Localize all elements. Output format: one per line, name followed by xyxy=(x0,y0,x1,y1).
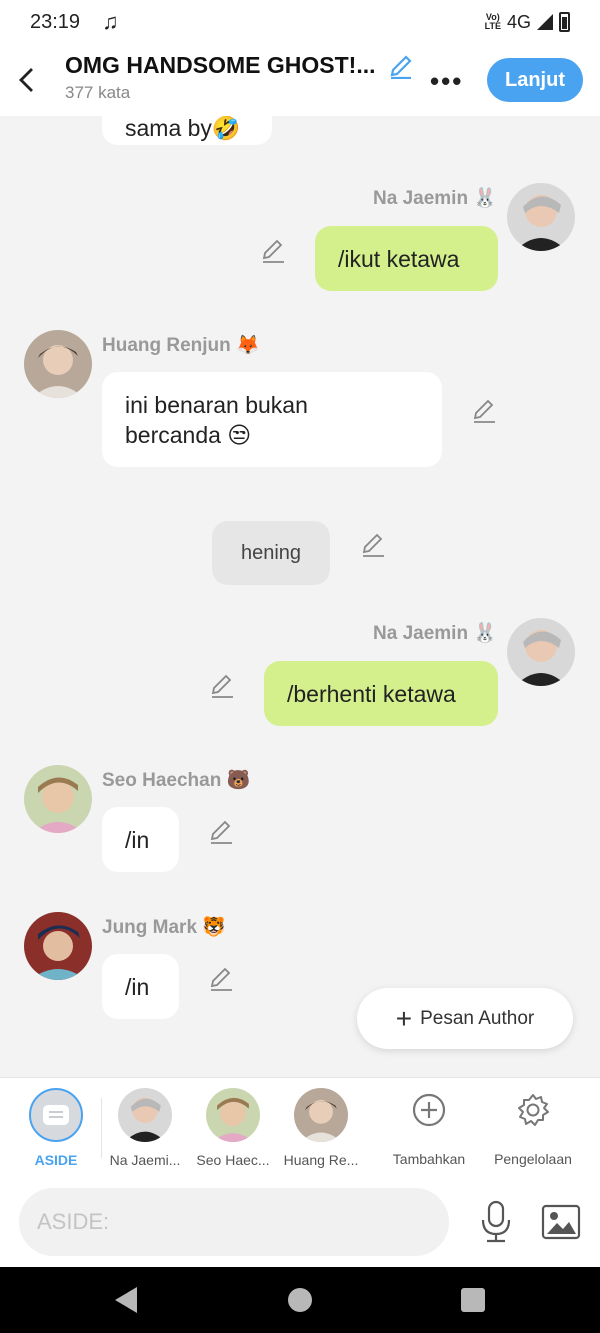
character-bar: ASIDE Na Jaemi... Seo Haec... Huang Re..… xyxy=(0,1077,600,1189)
avatar xyxy=(118,1088,172,1142)
next-button[interactable]: Lanjut xyxy=(487,58,583,102)
character-na-jaemin[interactable]: Na Jaemi... xyxy=(100,1088,190,1168)
avatar-na-jaemin[interactable] xyxy=(507,183,575,251)
sender-name: Na Jaemin 🐰 xyxy=(373,188,497,209)
message-bubble[interactable]: ini benaran bukan bercanda 😒 xyxy=(102,372,442,467)
avatar-na-jaemin[interactable] xyxy=(507,618,575,686)
message-bubble[interactable]: /in xyxy=(102,807,179,872)
add-character-button[interactable]: Tambahkan xyxy=(374,1092,484,1167)
edit-message-icon[interactable] xyxy=(208,966,234,992)
music-note-icon: ♫ xyxy=(102,9,119,34)
edit-message-icon[interactable] xyxy=(208,819,234,845)
character-aside[interactable]: ASIDE xyxy=(11,1088,101,1189)
edit-message-icon[interactable] xyxy=(260,238,286,264)
volte-icon: Vo) LTE xyxy=(484,12,501,31)
sender-name: Jung Mark 🐯 xyxy=(102,917,226,938)
nav-back-icon[interactable] xyxy=(115,1287,137,1313)
avatar-huang-renjun[interactable] xyxy=(24,330,92,398)
word-count: 377 kata xyxy=(65,83,131,102)
edit-message-icon[interactable] xyxy=(209,673,235,699)
status-bar: 23:19 ♫ Vo) LTE 4G xyxy=(0,0,600,44)
message-bubble[interactable]: sama by🤣 xyxy=(102,116,272,145)
network-type: 4G xyxy=(506,11,531,32)
message-bubble[interactable]: /in xyxy=(102,954,179,1019)
add-circle-icon xyxy=(412,1093,446,1127)
back-button[interactable] xyxy=(2,50,52,110)
message-bubble[interactable]: /ikut ketawa xyxy=(315,226,498,291)
more-options-button[interactable]: ••• xyxy=(430,66,463,97)
avatar-seo-haechan[interactable] xyxy=(24,765,92,833)
edit-title-icon[interactable] xyxy=(388,53,414,79)
avatar xyxy=(206,1088,260,1142)
edit-message-icon[interactable] xyxy=(471,398,497,424)
signal-icon xyxy=(537,14,553,30)
battery-icon xyxy=(559,12,570,32)
message-input[interactable] xyxy=(19,1188,449,1256)
microphone-icon[interactable] xyxy=(476,1200,516,1244)
author-message-button[interactable]: + Pesan Author xyxy=(357,988,573,1049)
gear-icon xyxy=(518,1094,549,1126)
status-time: 23:19 xyxy=(30,10,81,33)
avatar-jung-mark[interactable] xyxy=(24,912,92,980)
chat-area[interactable]: sama by🤣 Na Jaemin 🐰 /ikut ketawa Huang … xyxy=(0,116,600,1077)
image-icon[interactable] xyxy=(540,1202,582,1242)
header: OMG HANDSOME GHOST!... 377 kata ••• Lanj… xyxy=(0,44,600,116)
aside-icon xyxy=(29,1088,83,1142)
story-title[interactable]: OMG HANDSOME GHOST!... xyxy=(65,52,376,79)
title-area: OMG HANDSOME GHOST!... 377 kata xyxy=(65,52,414,103)
sender-name: Na Jaemin 🐰 xyxy=(373,623,497,644)
back-arrow-icon xyxy=(19,68,33,92)
sender-name: Seo Haechan 🐻 xyxy=(102,770,251,791)
input-bar xyxy=(0,1178,600,1267)
character-huang-renjun[interactable]: Huang Re... xyxy=(276,1088,366,1168)
message-bubble[interactable]: /berhenti ketawa xyxy=(264,661,498,726)
plus-icon: + xyxy=(395,1002,413,1034)
manage-button[interactable]: Pengelolaan xyxy=(478,1092,588,1167)
edit-message-icon[interactable] xyxy=(360,532,386,558)
character-seo-haechan[interactable]: Seo Haec... xyxy=(188,1088,278,1168)
avatar xyxy=(294,1088,348,1142)
status-icons: Vo) LTE 4G xyxy=(485,12,570,33)
nav-home-icon[interactable] xyxy=(288,1288,312,1312)
sender-name: Huang Renjun 🦊 xyxy=(102,335,260,356)
aside-bubble[interactable]: hening xyxy=(212,521,330,585)
nav-recents-icon[interactable] xyxy=(461,1288,485,1312)
system-nav-bar xyxy=(0,1267,600,1333)
